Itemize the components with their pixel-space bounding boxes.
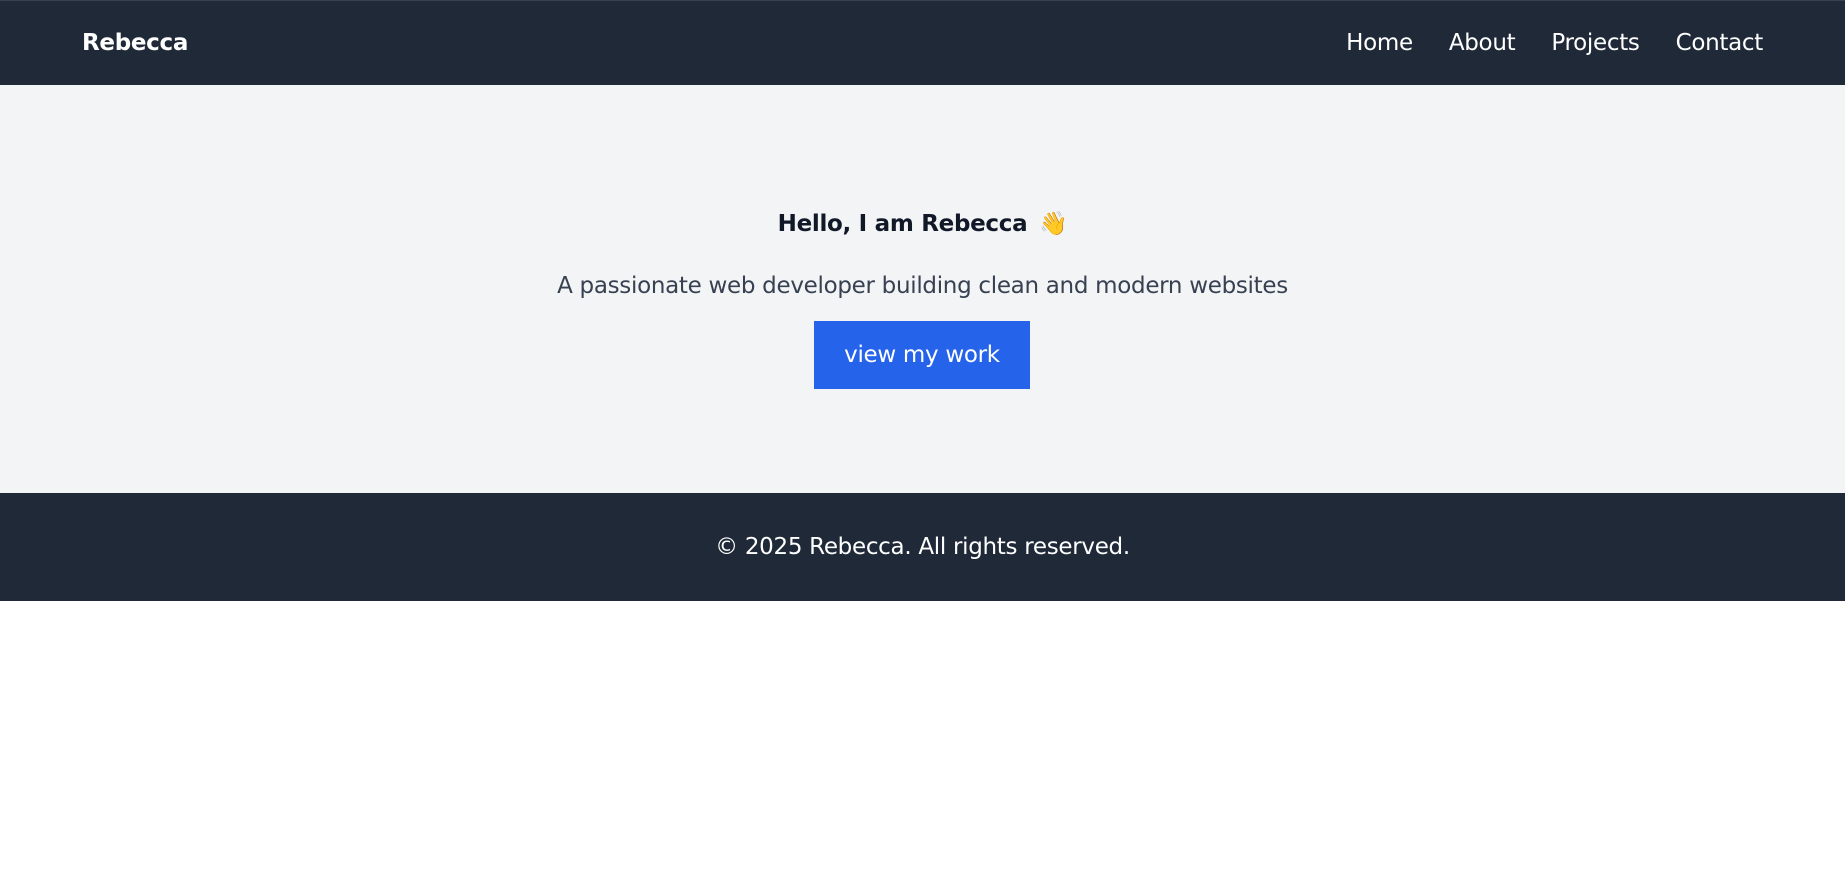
brand-logo-text[interactable]: Rebecca xyxy=(82,28,188,58)
hero-subtitle: A passionate web developer building clea… xyxy=(557,273,1288,299)
nav-link-contact[interactable]: Contact xyxy=(1676,28,1764,58)
nav-link-projects[interactable]: Projects xyxy=(1551,28,1640,58)
view-my-work-button[interactable]: view my work xyxy=(814,321,1030,389)
hero-title: Hello, I am Rebecca 👋 xyxy=(0,209,1845,239)
navbar: Rebecca Home About Projects Contact xyxy=(0,0,1845,85)
hero-title-text: Hello, I am Rebecca xyxy=(777,211,1028,237)
waving-hand-icon: 👋 xyxy=(1039,211,1068,237)
nav-links: Home About Projects Contact xyxy=(1346,28,1763,58)
nav-link-about[interactable]: About xyxy=(1449,28,1516,58)
nav-link-home[interactable]: Home xyxy=(1346,28,1413,58)
hero-section: Hello, I am Rebecca 👋 A passionate web d… xyxy=(0,85,1845,493)
copyright-text: © 2025 Rebecca. All rights reserved. xyxy=(715,534,1130,560)
footer: © 2025 Rebecca. All rights reserved. xyxy=(0,493,1845,601)
